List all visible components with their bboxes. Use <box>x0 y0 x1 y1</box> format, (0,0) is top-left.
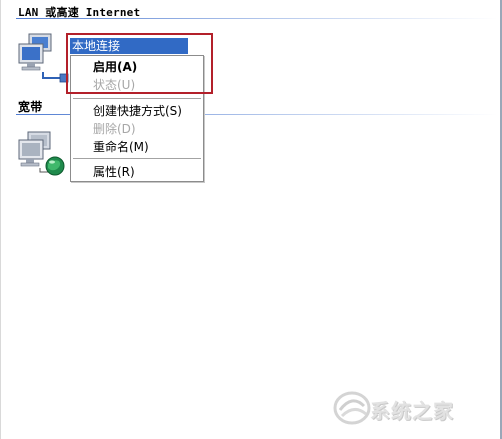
group-divider-lan <box>16 18 498 19</box>
network-computers-icon[interactable] <box>16 32 70 87</box>
watermark-logo-icon <box>333 391 371 425</box>
connection-name-local-area[interactable]: 本地连接 <box>70 38 188 54</box>
window-left-border <box>0 0 1 439</box>
menu-item-delete: 删除(D) <box>93 122 136 136</box>
menu-item-create-shortcut[interactable]: 创建快捷方式(S) <box>93 103 182 119</box>
group-header-broadband: 宽带 <box>18 100 43 114</box>
menu-item-enable[interactable]: 启用(A) <box>93 59 137 75</box>
menu-separator <box>73 158 201 159</box>
menu-item-rename[interactable]: 重命名(M) <box>93 139 149 155</box>
watermark: 系统之家 <box>330 386 498 430</box>
broadband-globe-icon[interactable] <box>16 130 70 183</box>
menu-separator <box>73 98 201 99</box>
menu-item-status: 状态(U) <box>93 78 136 92</box>
context-menu: 启用(A) 状态(U) 创建快捷方式(S) 删除(D) 重命名(M) 属性(R) <box>70 55 204 182</box>
watermark-text: 系统之家 <box>370 399 454 423</box>
menu-item-properties[interactable]: 属性(R) <box>93 164 135 180</box>
